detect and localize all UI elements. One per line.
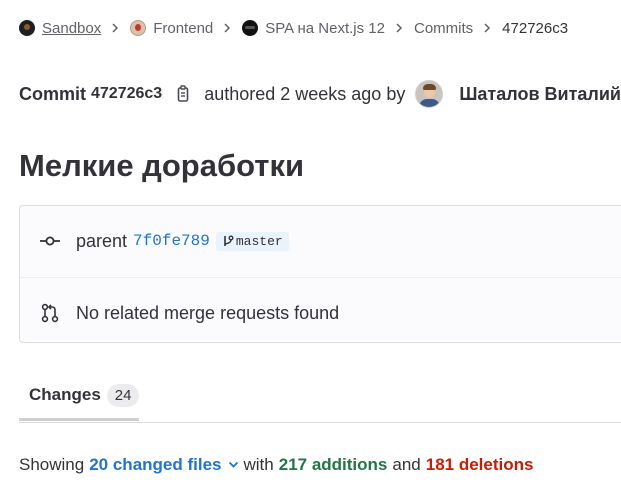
authored-text: authored 2 weeks ago by — [204, 83, 406, 104]
branch-badge[interactable]: master — [215, 231, 289, 251]
author-avatar[interactable] — [415, 80, 444, 108]
chevron-down-icon — [228, 461, 238, 468]
merge-requests-row: No related merge requests found — [20, 277, 621, 348]
tab-label: Changes — [29, 385, 101, 404]
tab-changes[interactable]: Changes 24 — [19, 372, 140, 421]
breadcrumb-label: SPA на Next.js 12 — [265, 19, 385, 37]
commit-header: Commit 472726c3 authored 2 weeks ago by … — [19, 76, 621, 112]
commit-sha: 472726c3 — [91, 85, 163, 102]
copy-sha-button[interactable] — [172, 83, 194, 105]
parent-label: parent — [76, 230, 128, 251]
additions-count: 217 additions — [278, 455, 388, 474]
parent-sha-link[interactable]: 7f0fe789 — [133, 232, 210, 250]
chevron-right-icon — [109, 22, 121, 34]
changed-files-label: 20 changed files — [89, 455, 222, 474]
changed-files-dropdown[interactable]: 20 changed files — [89, 455, 238, 475]
branch-icon — [224, 235, 234, 246]
diff-summary: Showing 20 changed files with 217 additi… — [19, 455, 533, 475]
chevron-right-icon — [221, 22, 233, 34]
chevron-right-icon — [393, 22, 405, 34]
breadcrumb-item-spa[interactable]: SPA на Next.js 12 — [242, 20, 385, 37]
commit-icon — [39, 230, 61, 252]
summary-showing: Showing — [19, 455, 85, 474]
commit-tabs: Changes 24 — [19, 372, 621, 423]
breadcrumb-label: 472726c3 — [502, 19, 569, 37]
merge-request-icon — [39, 302, 61, 324]
copy-icon — [177, 85, 189, 102]
breadcrumb-label: Sandbox — [42, 19, 102, 37]
breadcrumb-item-frontend[interactable]: Frontend — [130, 20, 213, 37]
breadcrumb: Sandbox Frontend SPA на Next.js 12 Commi… — [19, 16, 568, 40]
commit-title: Мелкие доработки — [19, 148, 305, 183]
deletions-count: 181 deletions — [425, 455, 534, 474]
breadcrumb-item-commits[interactable]: Commits — [414, 20, 473, 37]
parent-row: parent 7f0fe789 master — [20, 206, 621, 276]
spa-avatar — [242, 20, 259, 36]
summary-and: and — [392, 455, 421, 474]
breadcrumb-item-current-commit[interactable]: 472726c3 — [502, 20, 568, 37]
tab-count-badge: 24 — [106, 383, 140, 407]
merge-requests-text: No related merge requests found — [76, 302, 340, 323]
summary-with: with — [243, 455, 274, 474]
breadcrumb-label: Frontend — [153, 19, 214, 37]
commit-info-box: parent 7f0fe789 master No related merge … — [19, 205, 621, 343]
chevron-right-icon — [481, 22, 493, 34]
branch-name: master — [235, 233, 283, 249]
commit-label: Commit — [19, 83, 86, 104]
author-name-link[interactable]: Шаталов Виталий — [459, 84, 621, 105]
breadcrumb-item-sandbox[interactable]: Sandbox — [19, 20, 101, 37]
breadcrumb-label: Commits — [414, 19, 474, 37]
sandbox-avatar — [19, 20, 35, 36]
frontend-avatar — [130, 20, 147, 36]
